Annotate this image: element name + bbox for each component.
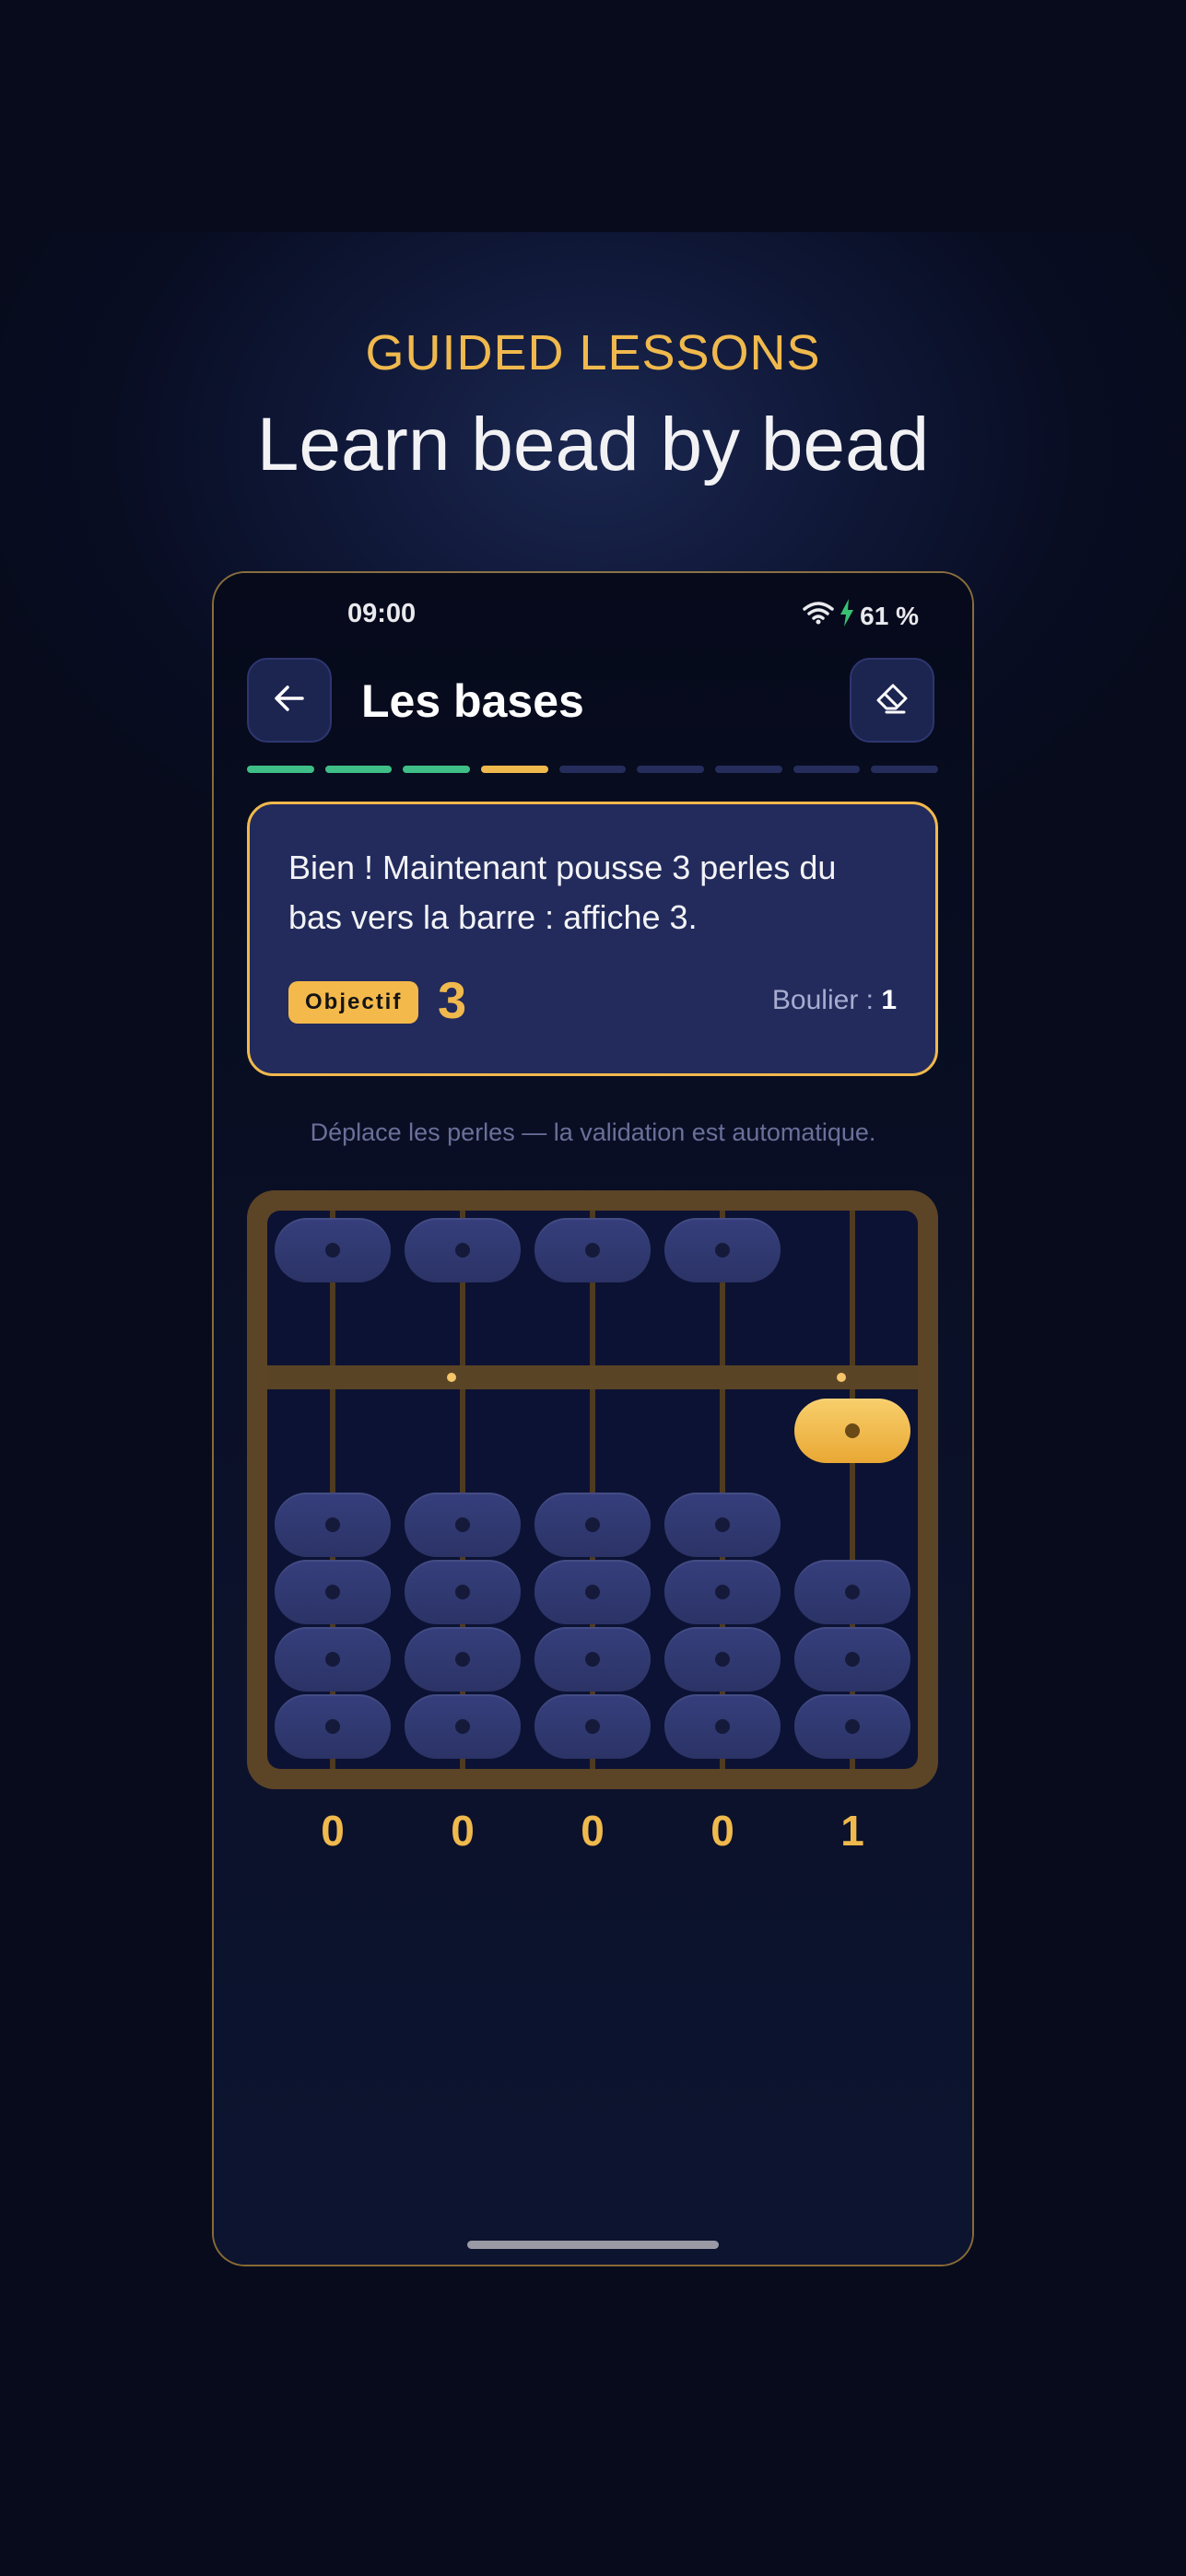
lesson-instruction: Bien ! Maintenant pousse 3 perles du bas…	[288, 849, 837, 936]
arrow-left-icon	[271, 680, 308, 721]
progress-segment-todo	[715, 766, 782, 773]
lower-bead[interactable]	[275, 1493, 391, 1557]
progress-segment-todo	[793, 766, 861, 773]
lower-bead[interactable]	[405, 1694, 521, 1759]
upper-bead-active[interactable]	[794, 1399, 910, 1463]
progress-segment-todo	[558, 766, 627, 773]
beam-marker	[837, 1373, 846, 1382]
lower-bead[interactable]	[275, 1694, 391, 1759]
page-title: Les bases	[361, 675, 584, 727]
back-button[interactable]	[247, 658, 332, 743]
column-digit: 0	[710, 1807, 734, 1855]
lower-bead[interactable]	[405, 1627, 521, 1692]
upper-bead[interactable]	[534, 1218, 651, 1282]
abacus	[267, 1211, 918, 1769]
lower-bead[interactable]	[664, 1560, 781, 1624]
lower-bead[interactable]	[405, 1560, 521, 1624]
status-system-icons: 61 %	[803, 599, 919, 633]
hint-text: Déplace les perles — la validation est a…	[310, 1118, 876, 1146]
lower-bead[interactable]	[664, 1493, 781, 1557]
abacus-value-readout: Boulier : 1	[772, 985, 897, 1016]
progress-segment-todo	[871, 766, 939, 773]
column-digit: 0	[321, 1807, 345, 1855]
status-time: 09:00	[347, 599, 417, 628]
column-digit: 1	[840, 1807, 864, 1855]
abacus-beam	[267, 1365, 918, 1389]
upper-bead[interactable]	[405, 1218, 521, 1282]
lower-bead[interactable]	[794, 1560, 910, 1624]
reset-button[interactable]	[850, 658, 934, 743]
progress-segment-current	[481, 766, 548, 773]
abacus-frame	[247, 1190, 938, 1789]
lower-bead[interactable]	[534, 1694, 651, 1759]
lower-bead[interactable]	[664, 1627, 781, 1692]
column-digit: 0	[451, 1807, 475, 1855]
objective-value: 3	[438, 971, 467, 1029]
lower-bead[interactable]	[794, 1694, 910, 1759]
progress-segment-done	[324, 766, 393, 773]
progress-segment-todo	[637, 766, 705, 773]
progress-segment-done	[247, 766, 314, 773]
beam-marker	[447, 1373, 456, 1382]
phone-screen: 09:00 61 % Les bases Bien ! Maintenant p…	[214, 573, 972, 2265]
eraser-icon	[873, 679, 911, 722]
lower-bead[interactable]	[534, 1627, 651, 1692]
lower-bead[interactable]	[534, 1560, 651, 1624]
battery-percent: 61 %	[860, 601, 919, 630]
promo-headline: Learn bead by bead	[256, 403, 930, 486]
lower-bead[interactable]	[275, 1560, 391, 1624]
lower-bead[interactable]	[275, 1627, 391, 1692]
upper-bead[interactable]	[275, 1218, 391, 1282]
column-digit: 0	[581, 1807, 605, 1855]
progress-segment-done	[403, 766, 471, 773]
status-bar: 09:00 61 %	[214, 599, 972, 641]
home-indicator[interactable]	[467, 2241, 719, 2249]
promo-eyebrow: GUIDED LESSONS	[365, 325, 821, 381]
lower-bead[interactable]	[405, 1493, 521, 1557]
charging-bolt-icon	[840, 599, 854, 633]
wifi-icon	[803, 601, 834, 631]
lower-bead[interactable]	[664, 1694, 781, 1759]
lower-bead[interactable]	[794, 1627, 910, 1692]
lesson-progress	[247, 766, 939, 773]
abacus-value-label: Boulier :	[771, 985, 882, 1015]
objective-badge: Objectif	[288, 981, 419, 1024]
lower-bead[interactable]	[534, 1493, 651, 1557]
lesson-card: Bien ! Maintenant pousse 3 perles du bas…	[247, 802, 938, 1076]
abacus-current-value: 1	[881, 985, 897, 1015]
upper-bead[interactable]	[664, 1218, 781, 1282]
